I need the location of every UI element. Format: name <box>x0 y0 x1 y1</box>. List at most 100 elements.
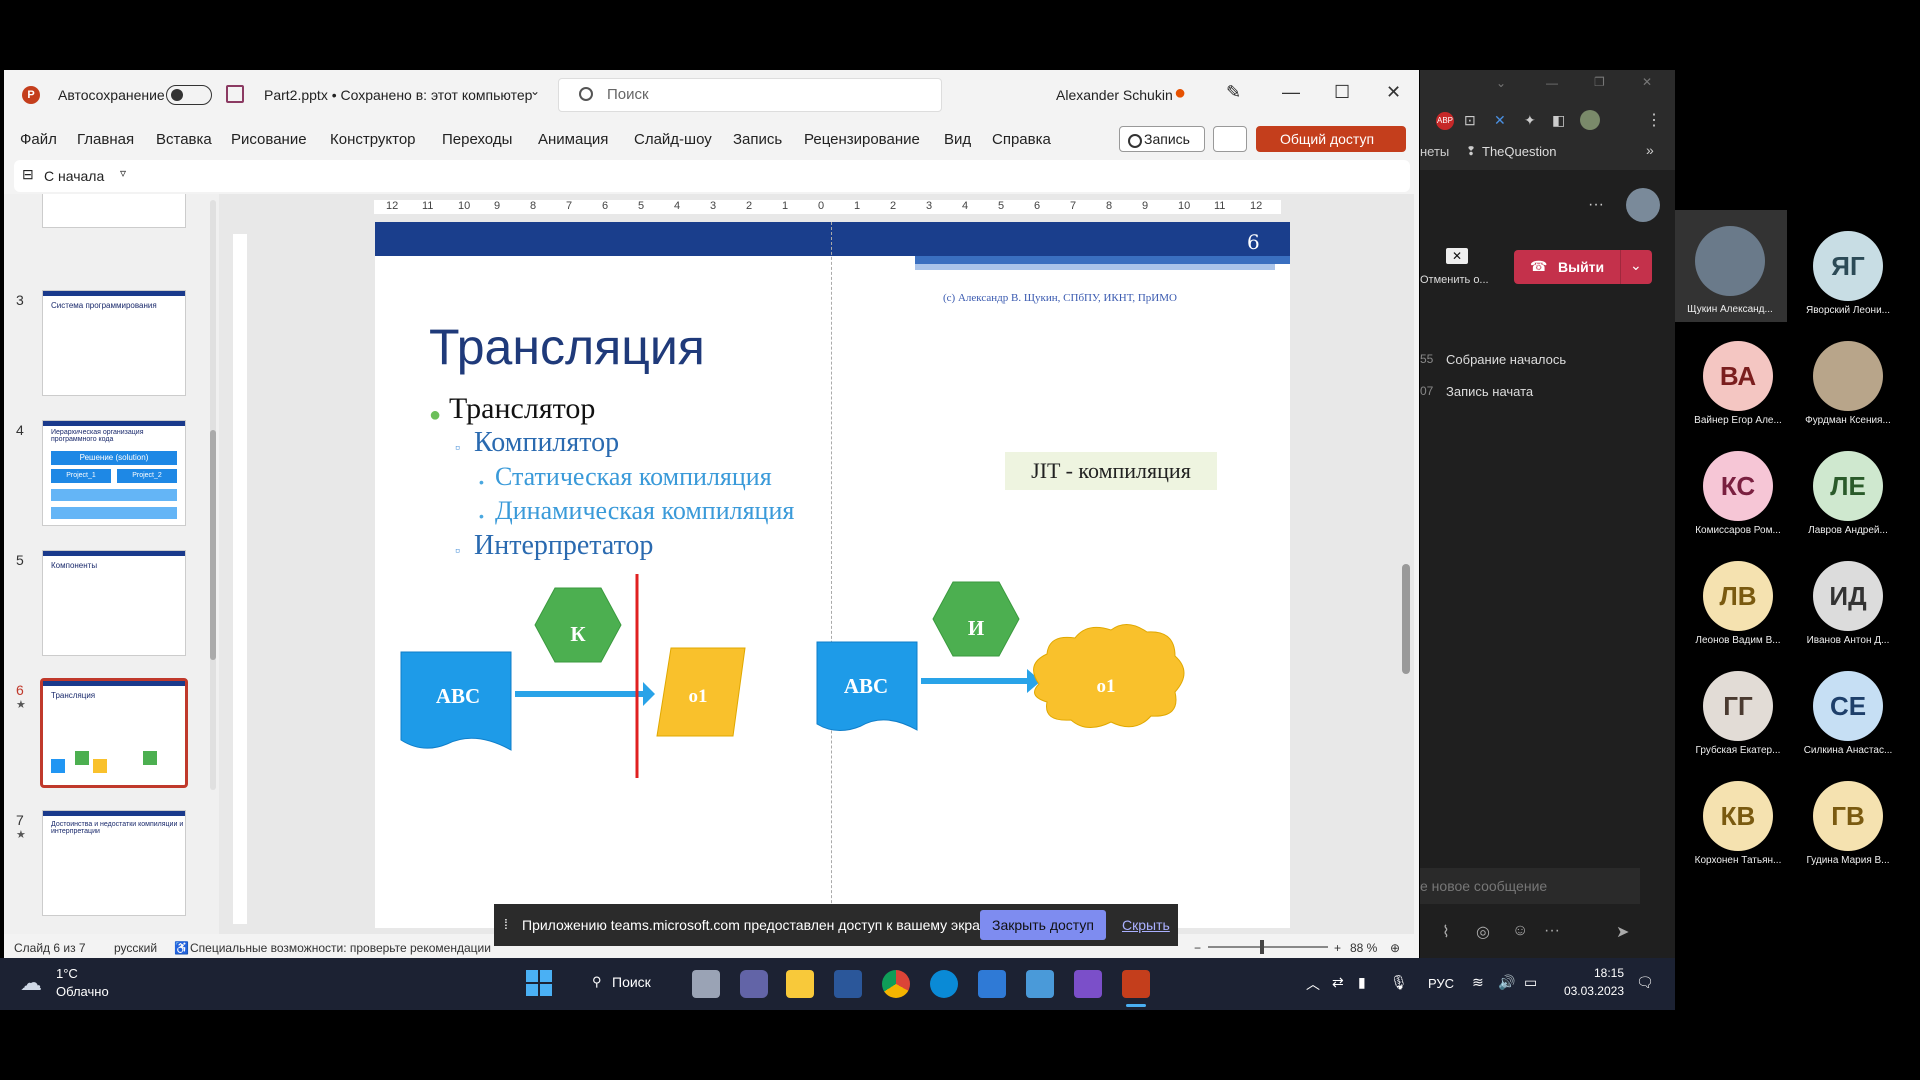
file-explorer-icon[interactable] <box>786 970 814 998</box>
puzzle-icon[interactable]: ✦ <box>1524 112 1536 129</box>
zoom-in-icon[interactable]: + <box>1334 941 1341 955</box>
close-share-icon[interactable]: ✕ <box>1446 248 1468 264</box>
stop-sharing-button[interactable]: Закрыть доступ <box>980 910 1106 940</box>
powerpoint-icon[interactable] <box>1122 970 1150 998</box>
from-start-button[interactable]: С начала <box>44 168 104 184</box>
slide-canvas[interactable]: 6 (с) Александр В. Щукин, СПбПУ, ИКНТ, П… <box>375 222 1290 928</box>
network-share-icon[interactable]: ⇄ <box>1332 974 1344 991</box>
thumbnail-slide-7[interactable]: Достоинства и недостатки компиляции и ин… <box>42 810 186 916</box>
weather-text[interactable]: Облачно <box>56 984 109 999</box>
autosave-toggle[interactable] <box>166 85 212 105</box>
participant-tile[interactable]: ЛЕ Лавров Андрей... <box>1793 445 1903 545</box>
menu-insert[interactable]: Вставка <box>156 131 212 148</box>
edge-icon[interactable] <box>930 970 958 998</box>
microphone-icon[interactable]: 🎙 <box>1390 974 1408 991</box>
record-button[interactable]: Запись <box>1119 126 1205 152</box>
more-options-icon[interactable]: ··· <box>1588 196 1604 214</box>
message-input[interactable]: е новое сообщение <box>1420 868 1640 904</box>
close-icon[interactable]: ✕ <box>1642 75 1652 89</box>
extension-icon[interactable]: ⊡ <box>1464 112 1476 129</box>
accessibility-status[interactable]: Специальные возможности: проверьте реком… <box>190 941 491 955</box>
bullet-level3[interactable]: Динамическая компиляция <box>495 496 794 526</box>
clock-time[interactable]: 18:15 <box>1560 966 1624 980</box>
extension-icon[interactable]: ✕ <box>1494 112 1506 129</box>
chevron-down-icon[interactable]: ⌄ <box>1630 257 1642 274</box>
bullet-level3[interactable]: Статическая компиляция <box>495 462 772 492</box>
search-input[interactable]: Поиск <box>558 78 942 112</box>
file-title[interactable]: Part2.pptx • Сохранено в: этот компьютер <box>264 87 532 103</box>
minimize-icon[interactable]: — <box>1282 82 1300 103</box>
minimize-icon[interactable]: — <box>1546 76 1558 90</box>
more-bookmarks-icon[interactable]: » <box>1646 142 1654 158</box>
hide-link[interactable]: Скрыть <box>1122 917 1170 933</box>
cancel-label[interactable]: Отменить о... <box>1420 274 1489 286</box>
maximize-icon[interactable]: ☐ <box>1334 82 1350 103</box>
self-avatar[interactable] <box>1626 188 1660 222</box>
attach-icon[interactable]: ⌇ <box>1442 922 1450 942</box>
menu-help[interactable]: Справка <box>992 131 1051 148</box>
sticker-icon[interactable]: ◎ <box>1476 922 1490 942</box>
menu-draw[interactable]: Рисование <box>231 131 307 148</box>
menu-design[interactable]: Конструктор <box>330 131 416 148</box>
signal-icon[interactable]: ▮ <box>1358 974 1366 991</box>
menu-view[interactable]: Вид <box>944 131 971 148</box>
thumbnail-slide-5[interactable]: Компоненты <box>42 550 186 656</box>
participant-tile[interactable]: Фурдман Ксения... <box>1793 335 1903 435</box>
drag-handle-icon[interactable]: ⁞ <box>504 916 508 932</box>
bookmark-thequestion[interactable]: TheQuestion <box>1482 144 1556 159</box>
volume-icon[interactable]: 🔊 <box>1498 974 1515 991</box>
battery-icon[interactable]: ▭ <box>1524 974 1537 991</box>
thumbnail-slide-3[interactable]: Система программирования <box>42 290 186 396</box>
maximize-icon[interactable]: ❐ <box>1594 75 1605 89</box>
sidebar-icon[interactable]: ◧ <box>1552 112 1565 129</box>
participant-tile[interactable]: КВ Корхонен Татьян... <box>1683 775 1793 875</box>
temperature[interactable]: 1°C <box>56 966 78 981</box>
chevron-up-icon[interactable]: ︿ <box>1306 974 1320 994</box>
thumbnails-scrollbar[interactable] <box>210 200 216 790</box>
adblock-icon[interactable]: ABP <box>1436 112 1454 130</box>
chevron-down-icon[interactable]: ▿ <box>120 166 126 180</box>
menu-transitions[interactable]: Переходы <box>442 131 512 148</box>
slide-title[interactable]: Трансляция <box>429 318 705 376</box>
clock-date[interactable]: 03.03.2023 <box>1560 984 1624 998</box>
visual-studio-icon[interactable] <box>1074 970 1102 998</box>
menu-record[interactable]: Запись <box>733 131 782 148</box>
bullet-level2[interactable]: Компилятор <box>474 427 619 459</box>
more-icon[interactable]: ⋮ <box>1646 110 1662 130</box>
send-icon[interactable]: ➤ <box>1616 922 1629 942</box>
menu-review[interactable]: Рецензирование <box>804 131 920 148</box>
menu-file[interactable]: Файл <box>20 131 57 148</box>
language-indicator[interactable]: русский <box>114 941 157 955</box>
taskbar-search[interactable]: Поиск <box>612 974 651 990</box>
share-button[interactable]: Общий доступ <box>1256 126 1406 152</box>
teams-chat-icon[interactable] <box>740 970 768 998</box>
participant-tile[interactable]: ЯГ Яворский Леони... <box>1793 225 1903 325</box>
participant-tile[interactable]: ГВ Гудина Мария В... <box>1793 775 1903 875</box>
participant-tile[interactable]: СЕ Силкина Анастас... <box>1793 665 1903 765</box>
thumbnail-slide-2[interactable]: ........ <box>42 194 186 228</box>
input-language[interactable]: РУС <box>1428 976 1454 991</box>
participant-tile[interactable]: Щукин Александ... <box>1675 210 1787 322</box>
participant-tile[interactable]: ГГ Грубская Екатер... <box>1683 665 1793 765</box>
profile-avatar[interactable] <box>1580 110 1600 130</box>
notification-icon[interactable]: 🗨 <box>1636 974 1654 991</box>
comments-button[interactable] <box>1213 126 1247 152</box>
jit-label[interactable]: JIT - компиляция <box>1005 452 1217 490</box>
zoom-slider-thumb[interactable] <box>1260 940 1264 954</box>
participant-tile[interactable]: ИД Иванов Антон Д... <box>1793 555 1903 655</box>
thumbnail-slide-6[interactable]: Трансляция <box>40 678 188 788</box>
more-icon[interactable]: ··· <box>1544 922 1560 940</box>
menu-animation[interactable]: Анимация <box>538 131 608 148</box>
participant-tile[interactable]: КС Комиссаров Ром... <box>1683 445 1793 545</box>
notepad-icon[interactable] <box>1026 970 1054 998</box>
pen-icon[interactable]: ✎ <box>1226 82 1241 103</box>
task-view-icon[interactable] <box>692 970 720 998</box>
mail-icon[interactable] <box>978 970 1006 998</box>
chevron-down-icon[interactable]: ⌄ <box>1496 76 1506 90</box>
chevron-down-icon[interactable]: ⌄ <box>530 84 540 98</box>
bookmark-partial[interactable]: неты <box>1420 144 1449 159</box>
bullet-level1[interactable]: Транслятор <box>449 392 595 426</box>
editor-scrollbar[interactable] <box>1402 214 1410 914</box>
avatar[interactable]: ● <box>1174 82 1186 105</box>
word-icon[interactable] <box>834 970 862 998</box>
